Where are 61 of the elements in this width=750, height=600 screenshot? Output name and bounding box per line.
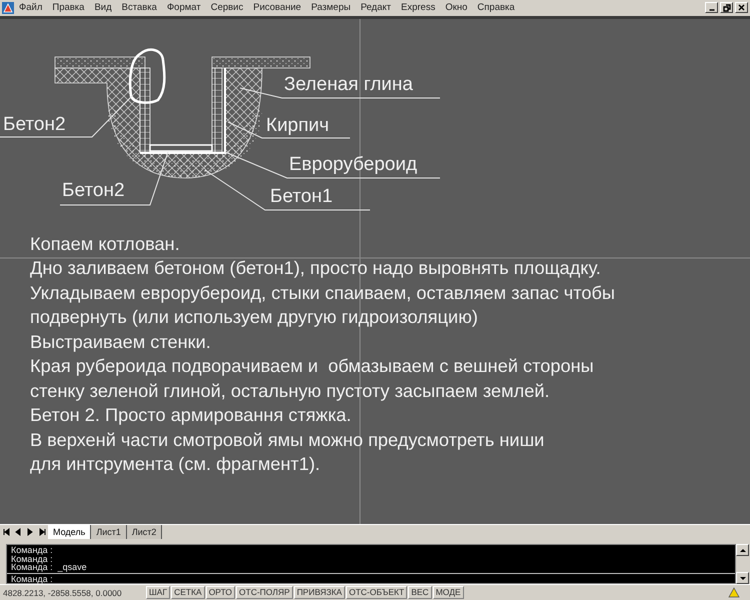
minimize-button[interactable] — [705, 2, 718, 14]
app-logo-icon — [2, 2, 14, 14]
menu-item[interactable]: Сервис — [206, 2, 248, 14]
menu-item[interactable]: Правка — [47, 2, 90, 14]
warning-icon[interactable] — [728, 587, 740, 598]
minimize-icon — [708, 9, 714, 12]
layout-tab[interactable]: Лист2 — [126, 525, 162, 540]
drawing-label: Еврорубероид — [289, 154, 418, 175]
menu-item[interactable]: Вставка — [116, 2, 162, 14]
note-line: Укладываем еврорубероид, стыки спаиваем, оставляем запас чтобы — [30, 282, 615, 305]
note-line: Дно заливаем бетоном (бетон1), просто надо выровнять площадку. — [30, 257, 602, 280]
menu-item[interactable]: Рисование — [248, 2, 306, 14]
command-prompt: Команда : — [10, 574, 54, 585]
status-toggle-button[interactable]: ВЕС — [408, 586, 432, 600]
note-line: Бетон 2. Просто армировання стяжка. — [30, 404, 352, 428]
menu-item[interactable]: Редакт — [356, 2, 396, 14]
menu-item[interactable]: Окно — [440, 2, 472, 14]
status-toggle-button[interactable]: МОДЕ — [432, 586, 464, 600]
first-tab-icon[interactable] — [2, 528, 10, 536]
menu-item[interactable]: Файл — [14, 2, 48, 14]
restore-icon — [722, 3, 731, 12]
layout-tab[interactable]: Модель — [48, 525, 92, 540]
previous-tab-icon[interactable] — [14, 528, 22, 536]
menu-item[interactable]: Справка — [472, 2, 520, 14]
menu-item[interactable]: Формат — [162, 2, 206, 14]
note-line: для интсрумента (см. фрагмент1). — [30, 453, 322, 476]
status-toggle-button[interactable]: ШАГ — [146, 586, 170, 600]
drawing-label: Зеленая глина — [284, 74, 413, 95]
command-history-line: Команда : — [11, 546, 54, 555]
coordinates-readout: 4828.2213, -2858.5558, 0.0000 — [2, 588, 123, 598]
drawing-label: Бетон2 — [3, 114, 66, 135]
status-toggle-button[interactable]: ОТС-ПОЛЯР — [236, 586, 293, 600]
restore-button[interactable] — [720, 2, 733, 14]
menu-item[interactable]: Express — [396, 2, 440, 14]
command-history-line: Команда : — [11, 554, 54, 564]
scroll-down-button[interactable] — [736, 572, 749, 584]
close-button[interactable] — [735, 2, 748, 14]
last-tab-icon[interactable] — [38, 528, 46, 536]
status-toggle-button[interactable]: ОТС-ОБЪЕКТ — [346, 586, 408, 600]
note-line: Выстраиваем стенки. — [30, 330, 212, 354]
close-icon — [737, 3, 746, 12]
up-arrow-icon — [738, 546, 746, 554]
command-window[interactable]: Команда : Команда : Команда : _qsave Команда : — [6, 544, 736, 584]
status-toggle-button[interactable]: ПРИВЯЗКА — [294, 586, 345, 600]
note-line: В верхенй части смотровой ямы можно предусмотреть ниши — [30, 428, 546, 452]
note-line: Копаем котлован. — [30, 232, 181, 256]
drawing-label: Кирпич — [266, 116, 330, 136]
drawing-label: Бетон1 — [270, 186, 333, 207]
command-history-line: Команда : _qsave — [11, 563, 88, 572]
drawing-label: Бетон2 — [62, 180, 125, 201]
next-tab-icon[interactable] — [26, 528, 34, 536]
scroll-up-button[interactable] — [736, 544, 749, 556]
menu-item[interactable]: Вид — [89, 2, 117, 14]
status-toggle-button[interactable]: СЕТКА — [171, 586, 205, 600]
note-line: Края рубероида подворачиваем и обмазываем с вешней стороны — [30, 355, 595, 378]
note-line: подвернуть (или используем другую гидроизоляцию) — [30, 306, 479, 330]
note-line: стенку зеленой глиной, остальную пустоту засыпаем землей. — [30, 380, 551, 403]
status-toggle-button[interactable]: ОРТО — [206, 586, 236, 600]
menu-item[interactable]: Размеры — [306, 2, 356, 14]
down-arrow-icon — [738, 574, 746, 582]
layout-tab[interactable]: Лист1 — [91, 525, 127, 540]
